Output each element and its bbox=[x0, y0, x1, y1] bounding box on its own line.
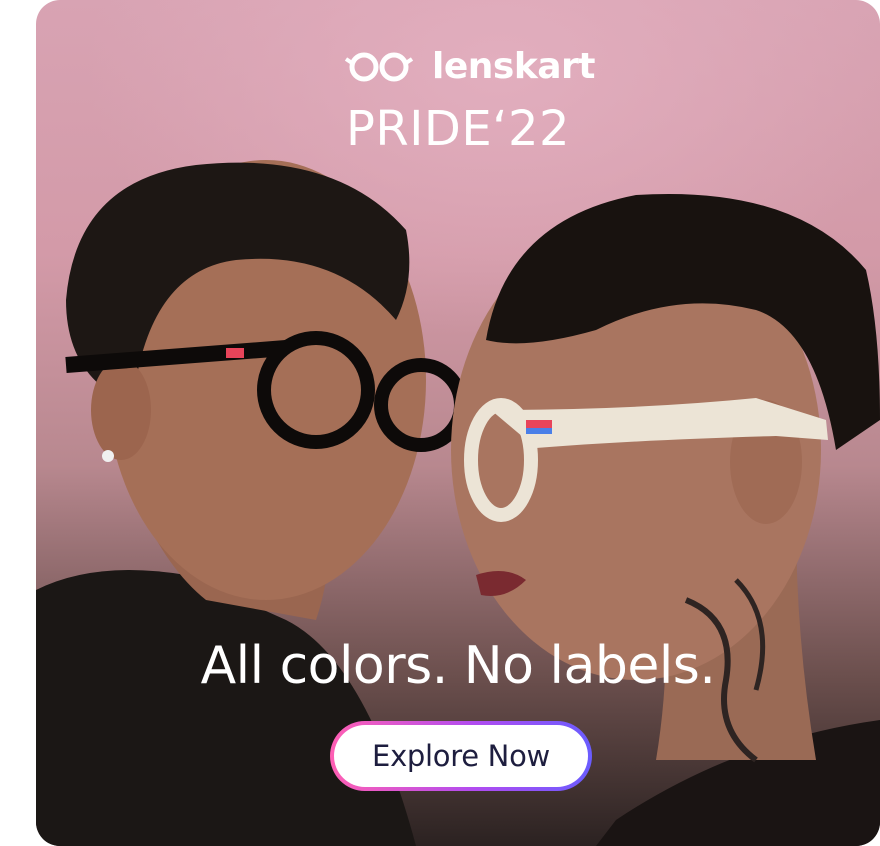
glasses-logo-icon bbox=[344, 52, 414, 82]
tagline: All colors. No labels. bbox=[200, 636, 716, 696]
brand-name: lenskart bbox=[432, 45, 596, 87]
campaign-title: PRIDE‘22 bbox=[345, 101, 571, 157]
explore-now-label: Explore Now bbox=[334, 725, 588, 787]
explore-now-button[interactable]: Explore Now bbox=[330, 721, 592, 791]
brand-logo: lenskart bbox=[342, 45, 596, 87]
pride-banner[interactable]: lenskart PRIDE‘22 All colors. No labels.… bbox=[36, 0, 880, 846]
